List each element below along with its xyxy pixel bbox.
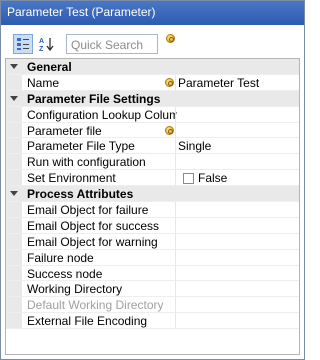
property-label: Email Object for warning: [27, 234, 158, 249]
property-value-text: Single: [178, 139, 212, 154]
property-row-parameter-file-type[interactable]: Parameter File Type Single: [6, 138, 299, 155]
property-row-success-node[interactable]: Success node: [6, 265, 299, 282]
property-value[interactable]: [176, 155, 299, 170]
property-label: External File Encoding: [27, 314, 148, 329]
property-row-email-success[interactable]: Email Object for success: [6, 217, 299, 234]
row-gutter: [6, 217, 22, 233]
alphabetical-sort-button[interactable]: A Z: [37, 34, 57, 54]
row-gutter: [6, 233, 22, 249]
property-label: Email Object for failure: [27, 203, 149, 218]
property-label: Parameter file: [27, 123, 102, 138]
property-row-set-environment[interactable]: Set Environment False: [6, 170, 299, 187]
category-label: Process Attributes: [27, 187, 134, 202]
property-row-external-file-encoding[interactable]: External File Encoding: [6, 313, 299, 330]
property-label: Success node: [27, 266, 103, 281]
row-gutter: [6, 313, 22, 329]
categorized-view-icon: [17, 38, 29, 50]
parameter-icon: [165, 125, 174, 135]
property-row-parameter-file[interactable]: Parameter file: [6, 122, 299, 139]
category-parameter-file-settings[interactable]: Parameter File Settings: [6, 90, 299, 107]
property-label: Failure node: [27, 250, 94, 265]
row-gutter: [6, 202, 22, 217]
property-toolbar: A Z Quick Search: [5, 31, 300, 57]
property-label: Configuration Lookup Column: [27, 107, 177, 122]
property-value[interactable]: [176, 203, 299, 218]
property-value[interactable]: [176, 267, 299, 282]
svg-text:A: A: [39, 38, 44, 45]
quick-search-input[interactable]: Quick Search: [66, 34, 158, 54]
category-label: Parameter File Settings: [27, 91, 161, 106]
property-window: Parameter Test (Parameter) A Z Quick Sea…: [0, 0, 305, 360]
property-row-failure-node[interactable]: Failure node: [6, 249, 299, 266]
property-row-email-warning[interactable]: Email Object for warning: [6, 233, 299, 250]
categorized-view-button[interactable]: [13, 34, 33, 54]
property-value: [176, 298, 299, 313]
property-value[interactable]: Single: [176, 139, 299, 154]
property-row-config-lookup[interactable]: Configuration Lookup Column: [6, 106, 299, 123]
property-value[interactable]: Parameter Test: [176, 75, 299, 91]
window-title: Parameter Test (Parameter): [7, 5, 156, 19]
property-row-default-working-directory: Default Working Directory: [6, 297, 299, 314]
property-label: Set Environment: [27, 171, 116, 186]
property-grid: General Name Parameter Test Parameter Fi…: [5, 58, 300, 355]
quick-search-placeholder: Quick Search: [71, 38, 144, 52]
svg-text:Z: Z: [39, 46, 44, 52]
property-value[interactable]: [176, 219, 299, 234]
property-value[interactable]: [176, 282, 299, 297]
property-row-email-failure[interactable]: Email Object for failure: [6, 202, 299, 218]
row-gutter: [6, 74, 22, 90]
property-value-text: Parameter Test: [178, 75, 260, 90]
collapse-arrow-icon[interactable]: [10, 64, 18, 69]
property-value[interactable]: [176, 314, 299, 329]
category-label: General: [27, 60, 72, 74]
property-value-text: False: [198, 171, 228, 186]
row-gutter: [6, 106, 22, 122]
property-value[interactable]: False: [176, 171, 299, 186]
row-gutter: [6, 138, 22, 154]
property-row-name[interactable]: Name Parameter Test: [6, 74, 299, 91]
property-label: Parameter File Type: [27, 139, 135, 154]
row-gutter: [6, 122, 22, 138]
parameter-icon[interactable]: [166, 34, 175, 43]
property-label: Working Directory: [27, 282, 123, 297]
row-gutter: [6, 297, 22, 313]
row-gutter: [6, 281, 22, 297]
property-label: Run with configuration: [27, 155, 146, 170]
property-value[interactable]: [176, 235, 299, 250]
set-environment-checkbox[interactable]: [183, 173, 194, 185]
window-titlebar[interactable]: Parameter Test (Parameter): [1, 1, 304, 25]
row-gutter: [6, 249, 22, 265]
property-value[interactable]: [176, 108, 299, 123]
category-process-attributes[interactable]: Process Attributes: [6, 186, 299, 203]
property-row-run-with-configuration[interactable]: Run with configuration: [6, 154, 299, 171]
property-label: Default Working Directory: [27, 298, 164, 313]
property-value[interactable]: [176, 251, 299, 266]
property-label: Name: [27, 75, 60, 90]
row-gutter: [6, 170, 22, 186]
collapse-arrow-icon[interactable]: [10, 191, 18, 197]
property-row-working-directory[interactable]: Working Directory: [6, 281, 299, 298]
alphabetical-sort-icon: A Z: [39, 38, 54, 52]
row-gutter: [6, 154, 22, 170]
row-gutter: [6, 265, 22, 281]
collapse-arrow-icon[interactable]: [10, 95, 18, 101]
category-general[interactable]: General: [6, 59, 299, 75]
property-label: Email Object for success: [27, 218, 160, 233]
property-value[interactable]: [176, 124, 299, 139]
parameter-icon: [165, 77, 174, 87]
